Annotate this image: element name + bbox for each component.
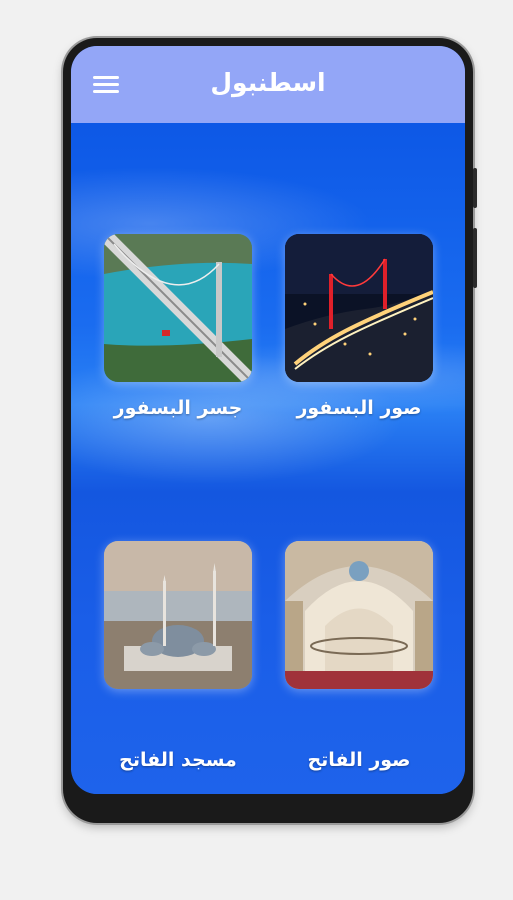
app-title: اسطنبول (210, 68, 326, 97)
bosphorus-bridge-label: جسر البسفور (113, 397, 243, 419)
fatih-photos-card[interactable] (285, 541, 433, 689)
bosphorus-bridge-image (104, 234, 252, 382)
content-area: صور البسفور جسر البسفور صور الفاتح مسجد … (71, 123, 465, 794)
app-bar: اسطنبول (71, 46, 465, 123)
bosphorus-bridge-card[interactable] (104, 234, 252, 382)
fatih-mosque-image (104, 541, 252, 689)
phone-frame: اسطنبول صور البسفور جسر البسفور صور الفا… (63, 38, 477, 823)
volume-button (473, 168, 477, 208)
fatih-mosque-label: مسجد الفاتح (119, 749, 237, 771)
bosphorus-night-image (285, 234, 433, 382)
fatih-mosque-card[interactable] (104, 541, 252, 689)
fatih-interior-image (285, 541, 433, 689)
bosphorus-photos-card[interactable] (285, 234, 433, 382)
bosphorus-photos-label: صور البسفور (296, 397, 422, 419)
power-button (473, 228, 477, 288)
app-screen: اسطنبول صور البسفور جسر البسفور صور الفا… (71, 46, 465, 794)
fatih-photos-label: صور الفاتح (307, 749, 411, 771)
